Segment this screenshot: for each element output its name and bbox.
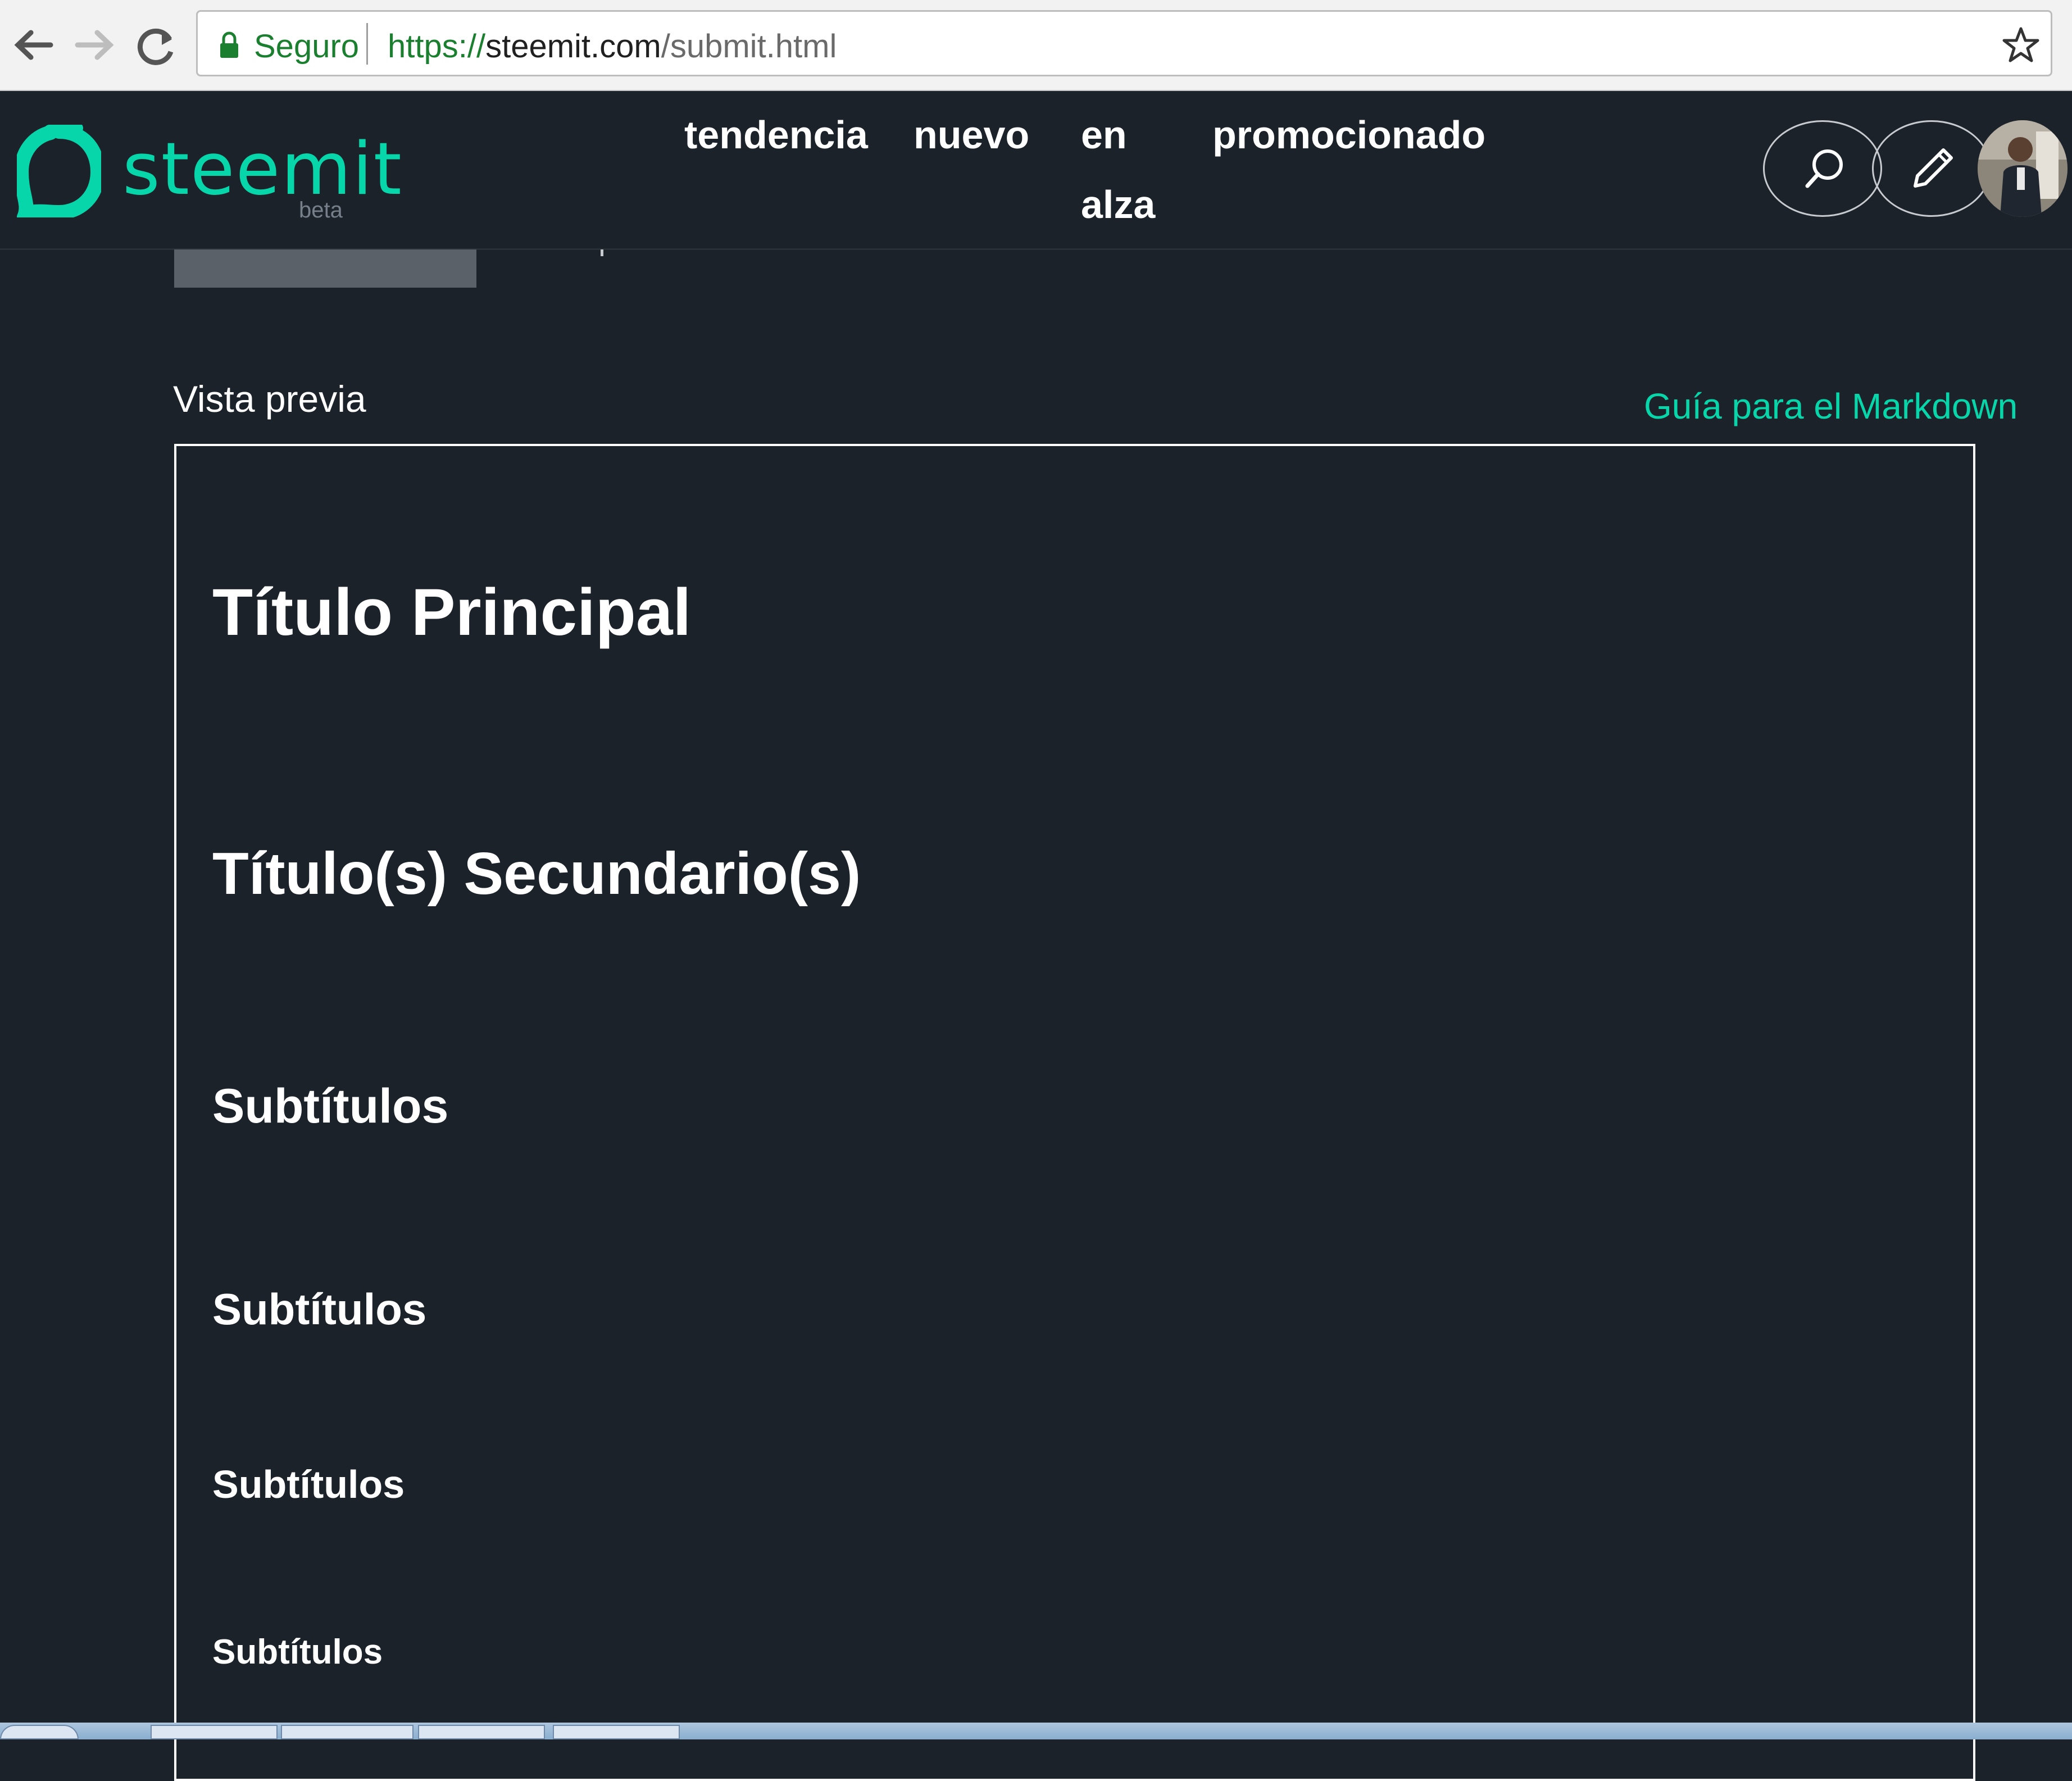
steemit-logo-icon[interactable] bbox=[17, 125, 101, 217]
write-post-button[interactable] bbox=[1872, 120, 1991, 217]
steemit-logo-text[interactable]: steemit bbox=[122, 134, 403, 206]
url-text[interactable]: https://steemit.com/submit.html bbox=[388, 28, 837, 65]
url-path: /submit.html bbox=[661, 28, 837, 65]
search-button[interactable] bbox=[1763, 120, 1882, 217]
browser-toolbar: Seguro https://steemit.com/submit.html bbox=[0, 0, 2072, 91]
preview-label: Vista previa bbox=[173, 378, 366, 420]
markdown-preview: Título Principal Título(s) Secundario(s)… bbox=[174, 444, 1975, 1781]
forward-arrow-icon[interactable] bbox=[66, 17, 122, 73]
nav-hot-line1[interactable]: en bbox=[1081, 100, 1127, 170]
os-taskbar bbox=[0, 1723, 2072, 1739]
preview-heading-2: Título(s) Secundario(s) bbox=[212, 840, 861, 907]
preview-heading-6: Subtítulos bbox=[212, 1633, 383, 1671]
lock-icon bbox=[220, 31, 238, 58]
avatar-photo bbox=[1978, 120, 2068, 217]
markdown-guide-link[interactable]: Guía para el Markdown bbox=[1644, 385, 2018, 427]
preview-heading-4: Subtítulos bbox=[212, 1284, 427, 1334]
preview-heading-3: Subtítulos bbox=[212, 1079, 449, 1133]
address-divider bbox=[366, 23, 368, 65]
taskbar-item[interactable] bbox=[281, 1725, 414, 1739]
scrolled-input-remnant bbox=[174, 249, 476, 288]
taskbar-item[interactable] bbox=[553, 1725, 680, 1739]
taskbar-item[interactable] bbox=[151, 1725, 278, 1739]
nav-hot-line2[interactable]: alza bbox=[1081, 170, 1155, 239]
search-icon bbox=[1805, 149, 1843, 188]
bookmark-star-icon[interactable] bbox=[2001, 25, 2041, 65]
nav-trending[interactable]: tendencia bbox=[684, 100, 868, 170]
pencil-icon bbox=[1914, 148, 1953, 188]
security-label: Seguro bbox=[254, 28, 360, 65]
nav-promoted[interactable]: promocionado bbox=[1212, 100, 1485, 170]
nav-new[interactable]: nuevo bbox=[914, 100, 1029, 170]
scrolled-text-remnant bbox=[601, 249, 603, 256]
preview-heading-5: Subtítulos bbox=[212, 1462, 405, 1506]
preview-heading-1: Título Principal bbox=[212, 575, 692, 649]
start-button[interactable] bbox=[0, 1725, 79, 1739]
user-avatar[interactable] bbox=[1978, 120, 2068, 217]
url-scheme: https:// bbox=[388, 28, 486, 65]
site-header: steemit beta bbox=[0, 91, 2072, 250]
reload-icon[interactable] bbox=[127, 17, 183, 73]
taskbar-item[interactable] bbox=[418, 1725, 545, 1739]
url-host: steemit.com bbox=[485, 28, 661, 65]
back-arrow-icon[interactable] bbox=[6, 17, 62, 73]
beta-badge: beta bbox=[299, 198, 343, 222]
address-bar[interactable]: Seguro https://steemit.com/submit.html bbox=[196, 10, 2052, 76]
